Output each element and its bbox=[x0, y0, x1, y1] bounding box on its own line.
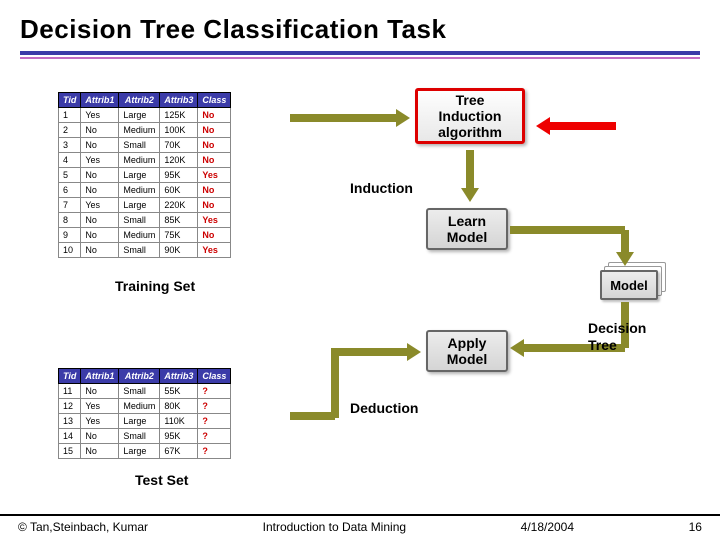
arrow-learn-to-model-v bbox=[619, 230, 631, 266]
table-row: 12YesMedium80K? bbox=[59, 399, 231, 414]
decision-tree-annotation: Decision Tree bbox=[588, 320, 646, 354]
table-row: 3NoSmall70KNo bbox=[59, 138, 231, 153]
table-row: 2NoMedium100KNo bbox=[59, 123, 231, 138]
arrow-induction-to-learn bbox=[464, 150, 476, 202]
table-header: Tid bbox=[59, 369, 81, 384]
table-row: 7YesLarge220KNo bbox=[59, 198, 231, 213]
footer-page: 16 bbox=[689, 520, 702, 534]
arrow-train-to-induction bbox=[290, 112, 410, 124]
highlight-arrow-icon bbox=[536, 120, 616, 132]
table-row: 13YesLarge110K? bbox=[59, 414, 231, 429]
table-row: 8NoSmall85KYes bbox=[59, 213, 231, 228]
model-label: Model bbox=[610, 278, 648, 293]
table-header: Attrib3 bbox=[160, 93, 198, 108]
table-header: Attrib2 bbox=[119, 369, 160, 384]
training-set-label: Training Set bbox=[115, 278, 195, 294]
training-table: TidAttrib1Attrib2Attrib3Class1YesLarge12… bbox=[58, 92, 231, 258]
table-row: 11NoSmall55K? bbox=[59, 384, 231, 399]
table-header: Class bbox=[198, 369, 231, 384]
tree-induction-box: Tree Induction algorithm bbox=[415, 88, 525, 144]
test-table: TidAttrib1Attrib2Attrib3Class11NoSmall55… bbox=[58, 368, 231, 459]
slide: Decision Tree Classification Task TidAtt… bbox=[0, 0, 720, 540]
diagram-stage: TidAttrib1Attrib2Attrib3Class1YesLarge12… bbox=[40, 80, 700, 480]
test-set-label: Test Set bbox=[135, 472, 188, 488]
footer: © Tan,Steinbach, Kumar Introduction to D… bbox=[0, 514, 720, 540]
title-rule bbox=[0, 51, 720, 59]
table-header: Attrib3 bbox=[160, 369, 198, 384]
footer-date: 4/18/2004 bbox=[521, 520, 574, 534]
slide-title: Decision Tree Classification Task bbox=[0, 0, 720, 51]
table-row: 4YesMedium120KNo bbox=[59, 153, 231, 168]
arrow-learn-to-model-h bbox=[510, 226, 625, 234]
table-header: Attrib1 bbox=[81, 369, 119, 384]
table-row: 15NoLarge67K? bbox=[59, 444, 231, 459]
table-row: 5NoLarge95KYes bbox=[59, 168, 231, 183]
table-row: 10NoSmall90KYes bbox=[59, 243, 231, 258]
table-row: 14NoSmall95K? bbox=[59, 429, 231, 444]
table-header: Attrib1 bbox=[81, 93, 119, 108]
arrow-test-to-apply-1 bbox=[290, 410, 335, 422]
table-row: 6NoMedium60KNo bbox=[59, 183, 231, 198]
table-header: Class bbox=[198, 93, 231, 108]
arrow-test-to-apply-v bbox=[331, 348, 339, 418]
induction-label: Induction bbox=[350, 180, 413, 196]
table-row: 1YesLarge125KNo bbox=[59, 108, 231, 123]
arrow-test-to-apply-2 bbox=[335, 346, 421, 358]
apply-model-box: Apply Model bbox=[426, 330, 508, 372]
footer-copyright: © Tan,Steinbach, Kumar bbox=[18, 520, 148, 534]
table-header: Attrib2 bbox=[119, 93, 160, 108]
table-header: Tid bbox=[59, 93, 81, 108]
deduction-label: Deduction bbox=[350, 400, 418, 416]
learn-model-box: Learn Model bbox=[426, 208, 508, 250]
footer-title: Introduction to Data Mining bbox=[263, 520, 406, 534]
table-row: 9NoMedium75KNo bbox=[59, 228, 231, 243]
